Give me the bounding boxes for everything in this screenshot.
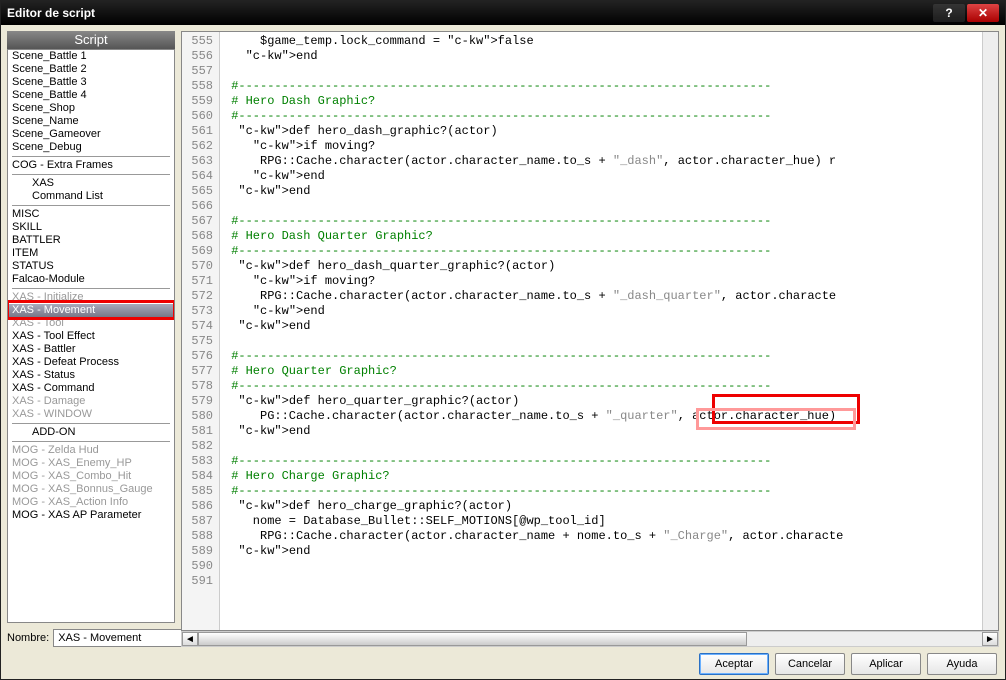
sidebar-item[interactable]: XAS - WINDOW: [8, 408, 174, 421]
vertical-scrollbar[interactable]: [982, 32, 998, 630]
help-button[interactable]: Ayuda: [927, 653, 997, 675]
sidebar-item[interactable]: XAS - Status: [8, 369, 174, 382]
sidebar-item[interactable]: XAS - Damage: [8, 395, 174, 408]
sidebar-item[interactable]: XAS - Initialize: [8, 291, 174, 304]
sidebar: Script Scene_Battle 1Scene_Battle 2Scene…: [7, 31, 175, 647]
sidebar-item[interactable]: Scene_Battle 2: [8, 63, 174, 76]
sidebar-item[interactable]: Scene_Battle 3: [8, 76, 174, 89]
sidebar-item[interactable]: XAS: [8, 177, 174, 190]
horizontal-scrollbar[interactable]: ◄ ►: [181, 631, 999, 647]
code-editor[interactable]: 555 556 557 558 559 560 561 562 563 564 …: [181, 31, 999, 631]
line-gutter: 555 556 557 558 559 560 561 562 563 564 …: [182, 32, 220, 630]
scroll-left-button[interactable]: ◄: [182, 632, 198, 646]
titlebar[interactable]: Editor de script ? ✕: [1, 1, 1005, 25]
sidebar-item[interactable]: Falcao-Module: [8, 273, 174, 286]
sidebar-item[interactable]: COG - Extra Frames: [8, 159, 174, 172]
code-area[interactable]: $game_temp.lock_command = "c-kw">false "…: [220, 32, 982, 630]
sidebar-item[interactable]: SKILL: [8, 221, 174, 234]
sidebar-item[interactable]: MOG - Zelda Hud: [8, 444, 174, 457]
script-list[interactable]: Scene_Battle 1Scene_Battle 2Scene_Battle…: [7, 49, 175, 623]
sidebar-item[interactable]: ITEM: [8, 247, 174, 260]
sidebar-item[interactable]: Scene_Battle 4: [8, 89, 174, 102]
button-row: Aceptar Cancelar Aplicar Ayuda: [1, 649, 1005, 679]
separator: [12, 441, 170, 442]
accept-button[interactable]: Aceptar: [699, 653, 769, 675]
sidebar-item[interactable]: ADD-ON: [8, 426, 174, 439]
sidebar-item[interactable]: MOG - XAS AP Parameter: [8, 509, 174, 522]
window-title: Editor de script: [7, 6, 95, 20]
separator: [12, 205, 170, 206]
scroll-right-button[interactable]: ►: [982, 632, 998, 646]
sidebar-item[interactable]: MOG - XAS_Action Info: [8, 496, 174, 509]
sidebar-item[interactable]: MOG - XAS_Bonnus_Gauge: [8, 483, 174, 496]
sidebar-item[interactable]: MOG - XAS_Enemy_HP: [8, 457, 174, 470]
content: Script Scene_Battle 1Scene_Battle 2Scene…: [1, 25, 1005, 649]
sidebar-item[interactable]: XAS - Movement: [8, 304, 174, 317]
sidebar-header: Script: [7, 31, 175, 49]
name-row: Nombre:: [7, 629, 175, 647]
separator: [12, 174, 170, 175]
sidebar-item[interactable]: XAS - Tool Effect: [8, 330, 174, 343]
name-label: Nombre:: [7, 632, 49, 644]
sidebar-item[interactable]: BATTLER: [8, 234, 174, 247]
sidebar-item[interactable]: Scene_Name: [8, 115, 174, 128]
editor-panel: 555 556 557 558 559 560 561 562 563 564 …: [181, 31, 999, 647]
sidebar-item[interactable]: MISC: [8, 208, 174, 221]
sidebar-item[interactable]: XAS - Command: [8, 382, 174, 395]
help-icon[interactable]: ?: [933, 4, 965, 22]
separator: [12, 288, 170, 289]
separator: [12, 156, 170, 157]
sidebar-item[interactable]: Scene_Shop: [8, 102, 174, 115]
cancel-button[interactable]: Cancelar: [775, 653, 845, 675]
code-highlight-inner: [696, 408, 856, 430]
sidebar-item[interactable]: STATUS: [8, 260, 174, 273]
sidebar-item[interactable]: XAS - Defeat Process: [8, 356, 174, 369]
sidebar-item[interactable]: XAS - Battler: [8, 343, 174, 356]
sidebar-item[interactable]: Command List: [8, 190, 174, 203]
window: Editor de script ? ✕ Script Scene_Battle…: [0, 0, 1006, 680]
sidebar-item[interactable]: MOG - XAS_Combo_Hit: [8, 470, 174, 483]
sidebar-item[interactable]: XAS - Tool: [8, 317, 174, 330]
apply-button[interactable]: Aplicar: [851, 653, 921, 675]
scroll-thumb[interactable]: [198, 632, 747, 646]
close-icon[interactable]: ✕: [967, 4, 999, 22]
sidebar-item[interactable]: Scene_Battle 1: [8, 50, 174, 63]
sidebar-item[interactable]: Scene_Debug: [8, 141, 174, 154]
separator: [12, 423, 170, 424]
sidebar-item[interactable]: Scene_Gameover: [8, 128, 174, 141]
